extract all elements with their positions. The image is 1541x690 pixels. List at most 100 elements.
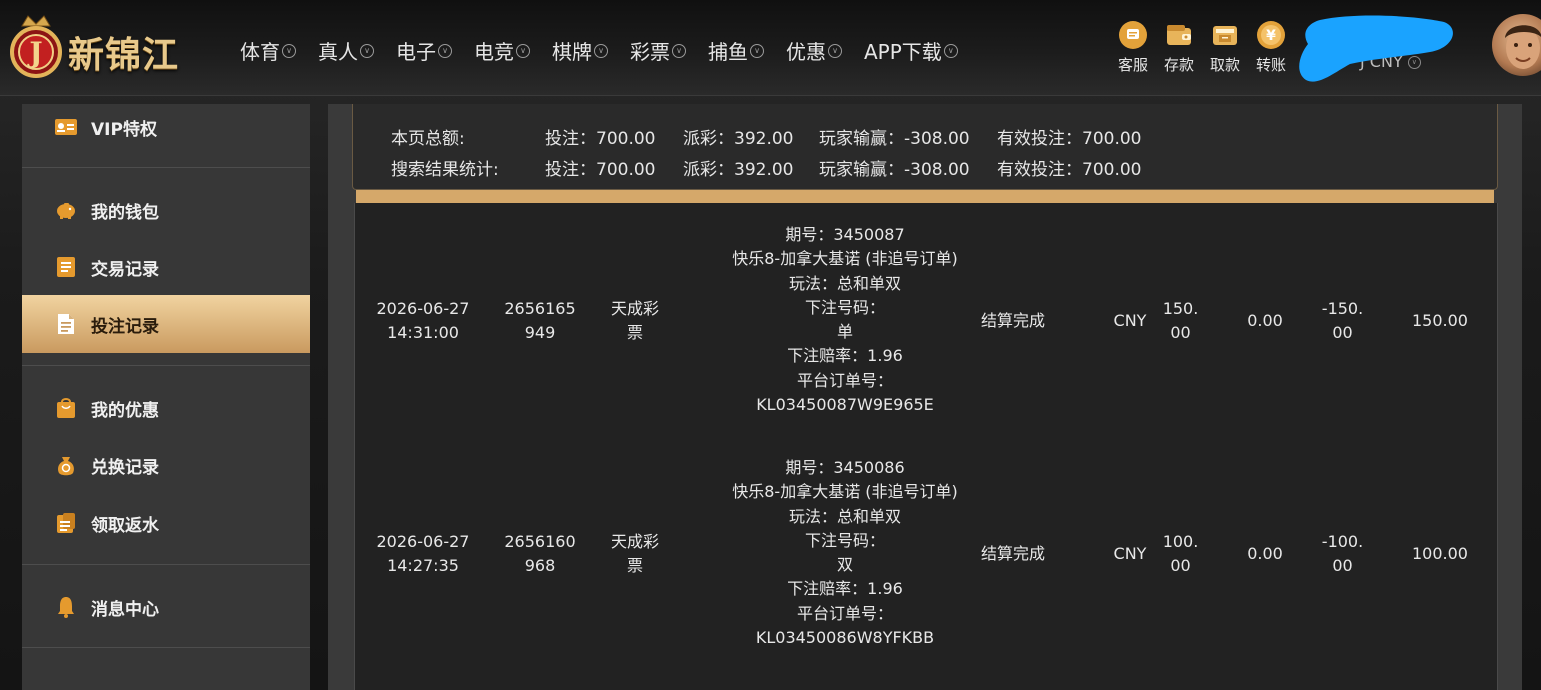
bet-win-loss: -150.00: [1321, 299, 1364, 342]
nav-item-label: 彩票: [630, 40, 670, 64]
sidebar-item[interactable]: VIP特权: [22, 98, 310, 156]
bet-payout: 0.00: [1247, 544, 1283, 563]
sidebar-item[interactable]: 我的钱包: [22, 181, 310, 239]
summary-valid-bet: 有效投注：700.00: [997, 129, 1142, 149]
piggy-bank-icon: [54, 198, 78, 222]
nav-item[interactable]: 电竞 ∨: [474, 36, 530, 65]
logo-crown-shield-icon[interactable]: J: [8, 14, 64, 80]
nav-item[interactable]: 彩票 ∨: [630, 36, 686, 65]
bet-detail-line: 平台订单号：: [796, 370, 893, 390]
tool-button-atm[interactable]: 取款: [1202, 20, 1248, 75]
bet-status: 结算完成: [980, 544, 1045, 563]
nav-item-label: 真人: [318, 40, 358, 64]
wallet-icon: [1164, 20, 1194, 50]
bet-detail-line: 快乐8-加拿大基诺 (非追号订单): [732, 249, 958, 269]
sidebar-item-label: 投注记录: [91, 316, 159, 337]
summary-win-loss: 玩家输赢：-308.00: [819, 129, 970, 149]
chevron-down-icon: ∨: [672, 43, 686, 58]
bet-details: 期号：3450086 快乐8-加拿大基诺 (非追号订单) 玩法：总和单双 下注号码： 双…: [695, 456, 995, 650]
chevron-down-icon: ∨: [828, 43, 842, 58]
brand-name[interactable]: 新锦江: [68, 26, 179, 78]
nav-item-label: 捕鱼: [708, 40, 748, 64]
bet-detail-line: 下注号码：: [804, 297, 885, 317]
bet-date: 2026-06-27: [376, 532, 470, 551]
tool-button-yuan-coin[interactable]: ¥ 转账: [1248, 20, 1294, 75]
bet-amount: 150.00: [1162, 299, 1199, 342]
sidebar-item-label: 兑换记录: [91, 457, 159, 478]
nav-item-label: 体育: [240, 40, 280, 64]
sidebar-item[interactable]: 兑换记录: [22, 436, 310, 494]
chevron-down-icon: ∨: [943, 43, 958, 58]
sidebar-item-label: 领取返水: [91, 515, 159, 536]
nav-item-label: APP下载: [864, 40, 942, 64]
bet-detail-line: KL03450086W8YFKBB: [755, 628, 935, 648]
summary-label: 本页总额:: [391, 129, 465, 149]
bet-detail-line: 玩法：总和单双: [788, 273, 901, 293]
chevron-down-icon: ∨: [750, 43, 764, 58]
account-tools: 客服 存款 取款 ¥ 转账: [1110, 20, 1294, 75]
sidebar-divider: [22, 647, 310, 648]
nav-item[interactable]: 电子 ∨: [396, 36, 452, 65]
table-header-bar: [356, 190, 1494, 203]
sidebar-item[interactable]: 消息中心: [22, 578, 310, 636]
user-avatar[interactable]: [1492, 14, 1541, 76]
money-bag-icon: [54, 453, 78, 477]
tool-label: 转账: [1255, 56, 1286, 74]
nav-item[interactable]: 捕鱼 ∨: [708, 36, 764, 65]
nav-item[interactable]: APP下载 ∨: [864, 36, 958, 65]
chat-icon: [1118, 20, 1148, 50]
yuan-coin-icon: ¥: [1256, 20, 1286, 50]
bet-detail-line: 快乐8-加拿大基诺 (非追号订单): [732, 482, 958, 502]
bet-status: 结算完成: [980, 311, 1045, 330]
nav-item[interactable]: 棋牌 ∨: [552, 36, 608, 65]
chevron-down-icon: ∨: [594, 43, 608, 58]
nav-item-label: 电子: [396, 40, 436, 64]
valid-bet: 100.00: [1412, 544, 1468, 563]
valid-bet: 150.00: [1412, 311, 1468, 330]
bet-records-table: 2026-06-27 14:31:00 2656165949 天成彩票 期号：34500…: [354, 203, 1498, 690]
account-sidebar: VIP特权 我的钱包 交易记录 投注记录 我的优惠 兑换记录 领取返水 消息中心: [22, 104, 310, 690]
bet-detail-line: 玩法：总和单双: [788, 506, 901, 526]
bet-detail-line: 单: [836, 322, 853, 342]
bet-datetime: 2026-06-27 14:27:35: [355, 530, 491, 578]
bet-id: 2656165949: [504, 299, 576, 342]
bet-amount: 100.00: [1162, 532, 1199, 575]
bet-currency: CNY: [1113, 311, 1147, 330]
sidebar-item[interactable]: 交易记录: [22, 238, 310, 296]
summary-totals: 本页总额: 投注：700.00 派彩：392.00 玩家输赢：-308.00 有效投注：…: [352, 104, 1498, 190]
bet-detail-line: 期号：3450086: [785, 458, 905, 477]
nav-item-label: 电竞: [474, 40, 514, 64]
sidebar-item-label: 消息中心: [91, 599, 159, 620]
sidebar-divider: [22, 365, 310, 366]
svg-text:J: J: [26, 36, 42, 69]
nav-item-label: 棋牌: [552, 40, 592, 64]
main-nav: 体育 ∨ 真人 ∨ 电子 ∨ 电竞 ∨ 棋牌 ∨ 彩票 ∨ 捕鱼 ∨ 优惠 ∨ APP下载 ∨: [240, 36, 980, 65]
sidebar-item[interactable]: 领取返水: [22, 494, 310, 552]
sidebar-item[interactable]: 我的优惠: [22, 379, 310, 437]
table-row: 2026-06-27 14:27:35 2656160968 天成彩票 期号：34500…: [355, 436, 1499, 668]
summary-bet: 投注：700.00: [545, 160, 656, 180]
bet-id: 2656160968: [504, 532, 576, 575]
bet-detail-line: 双: [836, 555, 853, 575]
sidebar-item[interactable]: 投注记录: [22, 295, 310, 353]
tool-button-wallet[interactable]: 存款: [1156, 20, 1202, 75]
nav-item[interactable]: 优惠 ∨: [786, 36, 842, 65]
bet-detail-line: 下注赔率：1.96: [787, 346, 903, 366]
nav-item[interactable]: 真人 ∨: [318, 36, 374, 65]
svg-text:¥: ¥: [1266, 28, 1276, 44]
tool-label: 取款: [1209, 56, 1240, 74]
bet-currency: CNY: [1113, 544, 1147, 563]
bet-detail-line: KL03450087W9E965E: [756, 395, 934, 415]
sidebar-item-label: 我的优惠: [91, 400, 159, 421]
bet-time: 14:31:00: [387, 323, 459, 342]
platform-name: 天成彩票: [610, 532, 659, 575]
vip-card-icon: [54, 115, 78, 139]
tool-label: 存款: [1163, 56, 1194, 74]
summary-payout: 派彩：392.00: [683, 129, 794, 149]
nav-item[interactable]: 体育 ∨: [240, 36, 296, 65]
tool-button-chat[interactable]: 客服: [1110, 20, 1156, 75]
bet-datetime: 2026-06-27 14:31:00: [355, 297, 491, 345]
tool-label: 客服: [1117, 56, 1148, 74]
top-header: J 新锦江 体育 ∨ 真人 ∨ 电子 ∨ 电竞 ∨ 棋牌 ∨ 彩票 ∨ 捕鱼 ∨ 优惠 ∨ APP下载 ∨ 客服存…: [0, 0, 1541, 96]
summary-win-loss: 玩家输赢：-308.00: [819, 160, 970, 180]
